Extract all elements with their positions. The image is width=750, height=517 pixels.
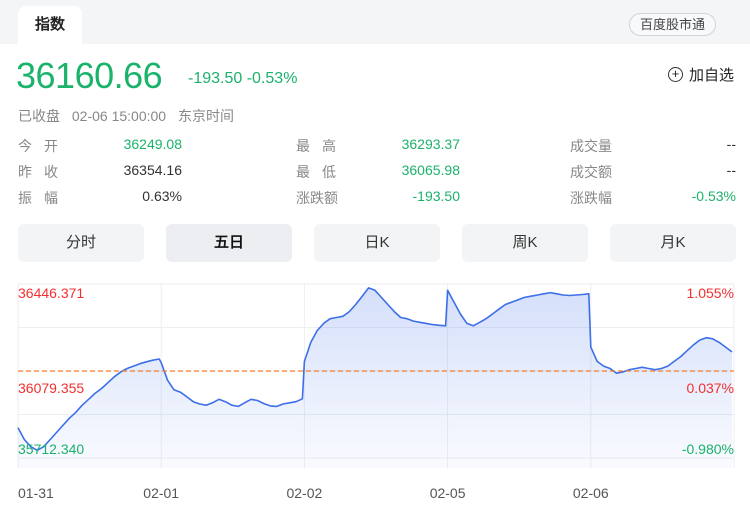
- x-axis-label: 02-06: [573, 485, 609, 501]
- stat-volume: 成交量: [570, 136, 612, 156]
- stat-volume-value: --: [726, 136, 736, 152]
- price-area: [18, 287, 732, 468]
- stat-open: 今开: [18, 136, 70, 156]
- add-watchlist-button[interactable]: + 加自选: [667, 64, 734, 85]
- stat-amplitude: 振幅: [18, 188, 70, 208]
- stat-turnover: 成交额: [570, 162, 612, 182]
- stat-volume-label: 成交量: [570, 138, 612, 154]
- stat-change-amount-value: -193.50: [412, 188, 460, 204]
- tab-monthly-k[interactable]: 月K: [610, 224, 736, 262]
- add-watchlist-label: 加自选: [688, 67, 734, 84]
- y-axis-right-label: 0.037%: [687, 380, 734, 396]
- market-status: 已收盘 02-06 15:00:00 东京时间: [18, 106, 242, 126]
- stat-amplitude-value: 0.63%: [142, 188, 182, 204]
- y-axis-right-label: 1.055%: [687, 285, 734, 301]
- stat-low: 最低: [296, 162, 348, 182]
- tab-weekly-k[interactable]: 周K: [462, 224, 588, 262]
- change-amount: -193.50: [188, 70, 243, 87]
- x-axis-label: 02-02: [286, 485, 322, 501]
- stat-high-value: 36293.37: [401, 136, 460, 152]
- stat-open-value: 36249.08: [123, 136, 182, 152]
- tab-index[interactable]: 指数: [18, 6, 82, 44]
- tab-five-day[interactable]: 五日: [166, 224, 292, 262]
- change-percent: -0.53%: [246, 70, 298, 87]
- stat-prev-close-value: 36354.16: [123, 162, 182, 178]
- current-price: 36160.66: [16, 55, 163, 96]
- plus-circle-icon: +: [667, 67, 683, 82]
- stat-prev-close-label: 昨收: [18, 164, 70, 180]
- stat-change-pct: 涨跌幅: [570, 188, 612, 208]
- y-axis-left-label: 36446.371: [18, 285, 84, 301]
- stat-change-amount-label: 涨跌额: [296, 190, 338, 206]
- stat-low-value: 36065.98: [401, 162, 460, 178]
- stat-prev-close: 昨收: [18, 162, 70, 182]
- status-text: 已收盘: [18, 108, 60, 124]
- stat-turnover-value: --: [726, 162, 736, 178]
- stat-high: 最高: [296, 136, 348, 156]
- y-axis-left-label: 36079.355: [18, 380, 84, 396]
- x-axis-label: 02-05: [430, 485, 466, 501]
- stat-open-label: 今开: [18, 138, 70, 154]
- tab-daily-k[interactable]: 日K: [314, 224, 440, 262]
- y-axis-left-label: 35712.340: [18, 441, 84, 457]
- stat-amplitude-label: 振幅: [18, 190, 70, 206]
- x-axis-label: 01-31: [18, 485, 54, 501]
- status-timestamp: 02-06 15:00:00: [71, 108, 167, 124]
- y-axis-right-label: -0.980%: [682, 441, 734, 457]
- top-bar: 指数 百度股市通: [0, 0, 750, 44]
- stat-low-label: 最低: [296, 164, 348, 180]
- status-timezone: 东京时间: [177, 108, 234, 124]
- price-change: -193.50 -0.53%: [188, 70, 297, 88]
- stat-change-pct-value: -0.53%: [691, 188, 736, 204]
- period-tabs: 分时 五日 日K 周K 月K: [18, 224, 736, 262]
- service-badge[interactable]: 百度股市通: [628, 13, 716, 36]
- stat-change-pct-label: 涨跌幅: [570, 190, 612, 206]
- x-axis-label: 02-01: [143, 485, 179, 501]
- stat-high-label: 最高: [296, 138, 348, 154]
- stat-turnover-label: 成交额: [570, 164, 612, 180]
- tab-intraday[interactable]: 分时: [18, 224, 144, 262]
- stat-change-amount: 涨跌额: [296, 188, 338, 208]
- five-day-chart[interactable]: 36446.371 36079.355 35712.340 1.055% 0.037% -…: [0, 270, 750, 517]
